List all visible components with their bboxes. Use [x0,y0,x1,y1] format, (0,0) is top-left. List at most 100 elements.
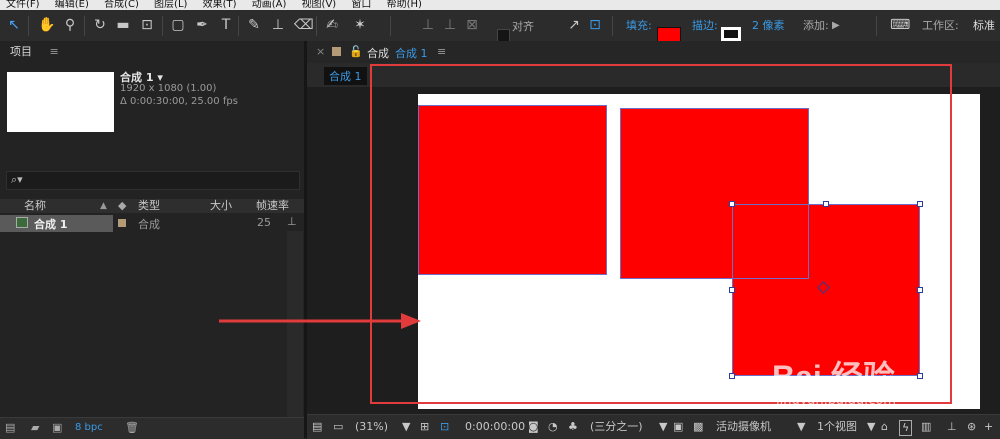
project-search-field[interactable]: ⌕▾ [6,171,300,190]
show-snapshot-icon[interactable]: ◔ [548,420,558,434]
comp-footer: ▤ ▭ (31%) ▼ ⊞ ⊡ 0:00:00:00 ◙ ◔ ♣ (三分之一) … [307,414,1000,439]
row-name: 合成 1 [34,218,68,231]
zoom-tool-icon[interactable]: ⚲ [62,17,78,33]
puppet-tool-icon[interactable]: ✶ [352,17,368,33]
zoom-dropdown[interactable]: (31%) [355,420,388,434]
exposure-value-icon[interactable]: + [984,420,993,434]
sort-ascending-icon[interactable]: ▲ [100,199,107,213]
views-dropdown[interactable]: 1个视图 [817,420,857,434]
rectangle-tool-icon[interactable]: ▢ [170,17,186,33]
eraser-tool-icon[interactable]: ⌫ [294,17,314,33]
close-icon[interactable]: × [316,45,325,58]
toolbar-toggle-icon[interactable]: ⌨ [890,17,910,33]
chevron-down-icon[interactable]: ▼ [659,420,667,434]
camera-dropdown[interactable]: 活动摄像机 [716,420,771,434]
transparency-grid-icon[interactable]: ▩ [693,420,703,434]
menu-file[interactable]: 文件(F) [6,0,40,10]
reset-exposure-icon[interactable]: ⊛ [967,420,976,434]
column-size[interactable]: 大小 [210,199,232,213]
world-axis-icon[interactable]: ⊥ [442,17,458,33]
local-axis-icon[interactable]: ⊥ [420,17,436,33]
tab-comp-1[interactable]: 合成 1 [324,67,367,85]
selection-tool-icon[interactable]: ↖ [6,17,22,33]
resolution-dropdown[interactable]: (三分之一) [590,420,643,434]
roi-icon[interactable]: ▣ [673,420,683,434]
view-axis-icon[interactable]: ⊠ [464,17,480,33]
chevron-down-icon[interactable]: ▼ [402,420,410,434]
project-panel: 项目 ≡ 合成 1 ▾ 1920 x 1080 (1.00) Δ 0:00:30… [0,41,304,439]
bit-depth-button[interactable]: 8 bpc [75,422,103,433]
column-fps[interactable]: 帧速率 [256,199,289,213]
pan-behind-tool-icon[interactable]: ⊡ [139,17,155,33]
chevron-down-icon[interactable]: ▼ [797,420,805,434]
lock-icon[interactable]: 🔓 [349,45,363,58]
composition-icon [16,217,28,228]
watermark-url: jingyan.baidu.com [776,393,896,408]
safe-margins-icon[interactable]: ⊡ [440,420,449,434]
rotate-tool-icon[interactable]: ↻ [92,17,108,33]
clone-stamp-tool-icon[interactable]: ⊥ [270,17,286,33]
align-label: 对齐 [512,20,534,33]
stroke-label: 描边: [692,19,718,32]
snapshot-icon[interactable]: ◙ [528,420,539,434]
comp-info-resolution: 1920 x 1080 (1.00) [120,83,217,94]
interpret-footage-icon[interactable]: ▤ [5,421,15,434]
comp-title-name[interactable]: 合成 1 [395,45,428,61]
annotation-arrow [219,313,421,329]
menu-composition[interactable]: 合成(C) [104,0,139,10]
hand-tool-icon[interactable]: ✋ [38,17,55,33]
trash-icon[interactable]: 🗑 [125,421,139,434]
stroke-color-swatch[interactable] [721,27,741,41]
menu-edit[interactable]: 编辑(E) [55,0,89,10]
table-row[interactable]: 合成 1 合成 25 ⊥ [0,215,304,232]
search-icon: ⌕▾ [11,173,23,186]
menu-animation[interactable]: 动画(A) [252,0,287,10]
toolbar: ↖ ✋ ⚲ ↻ ▬ ⊡ ▢ ✒ T ✎ ⊥ ⌫ ✍ ✶ ⊥ ⊥ ⊠ 对齐 ↗ ⊡… [0,10,1000,45]
project-panel-header: 项目 ≡ [0,41,304,63]
stroke-width-value[interactable]: 2 像素 [752,19,785,33]
workspace-label: 工作区: [922,19,959,32]
timeline-icon[interactable]: ▥ [921,420,931,434]
always-preview-icon[interactable]: ▤ [312,420,322,434]
snap-icon[interactable]: ↗ [566,17,582,33]
project-column-header: 名称 ▲ ◆ 类型 大小 帧速率 [0,199,304,213]
comp-panel-header: × 🔓 合成 合成 1 ≡ [307,41,1000,63]
menu-view[interactable]: 视图(V) [302,0,337,10]
brush-tool-icon[interactable]: ✎ [246,17,262,33]
timecode-display[interactable]: 0:00:00:00 [465,420,525,434]
comp-title-prefix: 合成 [367,47,389,60]
camera-tool-icon[interactable]: ▬ [115,17,131,33]
project-menu-icon[interactable]: ≡ [50,45,59,58]
color-channels-icon[interactable]: ♣ [568,420,578,434]
new-composition-icon[interactable]: ▣ [52,421,62,434]
label-color-swatch[interactable] [118,219,126,227]
snap-options-icon[interactable]: ⊡ [587,17,603,33]
roto-brush-tool-icon[interactable]: ✍ [324,17,340,33]
add-dropdown-icon[interactable]: ▶ [832,19,840,33]
project-title[interactable]: 项目 [10,45,32,58]
toggle-pixel-aspect-icon[interactable]: ⌂ [881,420,888,434]
new-folder-icon[interactable]: ▰ [31,421,39,434]
workspace-value[interactable]: 标准 [973,19,995,33]
region-icon[interactable]: ⊞ [420,420,429,434]
chevron-down-icon[interactable]: ▼ [867,420,875,434]
comp-info-duration: Δ 0:00:30:00, 25.00 fps [120,96,238,107]
column-name[interactable]: 名称 [24,199,46,213]
menu-help[interactable]: 帮助(H) [387,0,422,10]
menu-effect[interactable]: 效果(T) [203,0,237,10]
flowchart-icon[interactable]: ⊥ [287,215,297,228]
row-type: 合成 [138,218,160,231]
type-tool-icon[interactable]: T [218,17,234,33]
menu-layer[interactable]: 图层(L) [154,0,187,10]
add-label: 添加: [803,19,829,32]
column-type[interactable]: 类型 [138,199,160,213]
label-tag-icon[interactable]: ◆ [118,199,126,213]
pen-tool-icon[interactable]: ✒ [194,17,210,33]
comp-menu-icon[interactable]: ≡ [437,45,446,58]
menu-bar: 文件(F) 编辑(E) 合成(C) 图层(L) 效果(T) 动画(A) 视图(V… [0,0,1000,10]
flowchart-view-icon[interactable]: ⊥ [947,420,957,434]
fast-previews-icon[interactable]: ϟ [899,420,913,436]
display-icon[interactable]: ▭ [333,420,343,434]
annotation-rectangle [370,64,952,404]
menu-window[interactable]: 窗口 [351,0,371,10]
